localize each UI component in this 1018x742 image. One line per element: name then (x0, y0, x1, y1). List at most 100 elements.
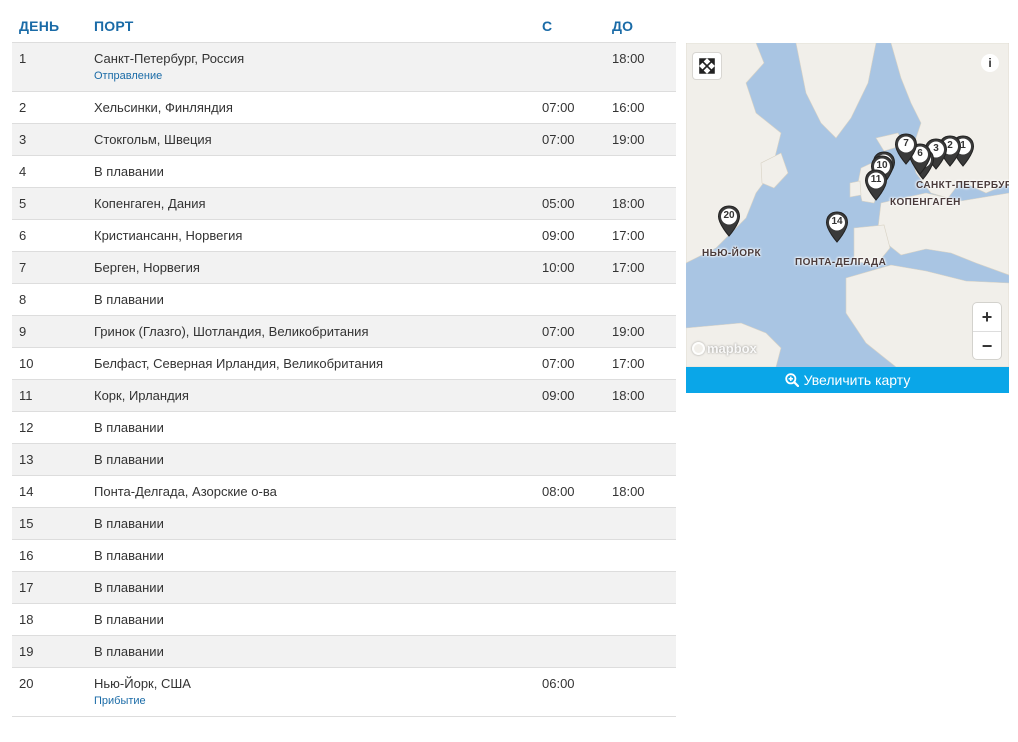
map-label-pontadelgada: ПОНТА-ДЕЛГАДА (795, 257, 887, 268)
map-label-spb: САНКТ-ПЕТЕРБУРГ (916, 180, 1009, 191)
table-row: 1 Санкт-Петербург, Россия 18:00 Отправление (12, 43, 676, 92)
row-to: 17:00 (612, 228, 645, 243)
map-label-newyork: НЬЮ-ЙОРК (702, 248, 761, 259)
row-day: 7 (19, 260, 27, 275)
row-port: Понта-Делгада, Азорские о-ва (94, 484, 277, 499)
row-to: 19:00 (612, 324, 645, 339)
table-row: 11 Корк, Ирландия 09:00 18:00 (12, 380, 676, 412)
row-day: 14 (19, 484, 34, 499)
row-port: Корк, Ирландия (94, 388, 189, 403)
row-day: 4 (19, 164, 27, 179)
row-from: 07:00 (542, 100, 575, 115)
row-day: 10 (19, 356, 34, 371)
header-to: ДО (612, 18, 634, 34)
zoom-in-button[interactable]: + (973, 303, 1001, 331)
zoom-in-icon (784, 373, 799, 387)
table-row: 2 Хельсинки, Финляндия 07:00 16:00 (12, 92, 676, 124)
row-to: 18:00 (612, 51, 645, 66)
table-row: 5 Копенгаген, Дания 05:00 18:00 (12, 188, 676, 220)
row-day: 5 (19, 196, 27, 211)
table-body: 1 Санкт-Петербург, Россия 18:00 Отправление… (12, 43, 676, 717)
row-day: 9 (19, 324, 27, 339)
row-to: 18:00 (612, 196, 645, 211)
row-port: В плавании (94, 612, 164, 627)
row-day: 16 (19, 548, 34, 563)
header-from: С (542, 18, 553, 34)
map-pin-icon[interactable]: 20 (717, 205, 741, 237)
route-map-widget: i САНКТ-ПЕТЕРБУРГ КОПЕНГАГЕН НЬЮ-ЙОРК ПО… (686, 43, 1009, 393)
row-port: Берген, Норвегия (94, 260, 200, 275)
row-port: В плавании (94, 420, 164, 435)
map-pin-label: 11 (870, 174, 882, 185)
header-day: ДЕНЬ (19, 18, 60, 34)
table-row: 3 Стокгольм, Швеция 07:00 19:00 (12, 124, 676, 156)
row-port: Санкт-Петербург, Россия (94, 51, 245, 66)
row-to: 17:00 (612, 260, 645, 275)
enlarge-map-button[interactable]: Увеличить карту (686, 367, 1009, 393)
row-to: 18:00 (612, 484, 645, 499)
table-row: 20 Нью-Йорк, США 06:00 Прибытие (12, 668, 676, 717)
row-from: 10:00 (542, 260, 575, 275)
mapbox-logo[interactable]: mapbox (692, 341, 757, 356)
table-row: 13 В плавании (12, 444, 676, 476)
mapbox-logo-text: mapbox (707, 341, 757, 356)
table-row: 10 Белфаст, Северная Ирландия, Великобрит… (12, 348, 676, 380)
zoom-control: + − (973, 303, 1001, 359)
row-port: В плавании (94, 644, 164, 659)
route-map[interactable]: i САНКТ-ПЕТЕРБУРГ КОПЕНГАГЕН НЬЮ-ЙОРК ПО… (686, 43, 1009, 367)
table-row: 8 В плавании (12, 284, 676, 316)
mapbox-logo-icon (692, 342, 705, 355)
map-pin-label: 7 (903, 138, 909, 149)
table-row: 6 Кристиансанн, Норвегия 09:00 17:00 (12, 220, 676, 252)
row-port: В плавании (94, 580, 164, 595)
row-to: 16:00 (612, 100, 645, 115)
map-pin-icon[interactable]: 7 (894, 133, 918, 165)
row-day: 15 (19, 516, 34, 531)
row-day: 19 (19, 644, 34, 659)
row-port: В плавании (94, 516, 164, 531)
row-from: 05:00 (542, 196, 575, 211)
row-to: 19:00 (612, 132, 645, 147)
row-port: В плавании (94, 292, 164, 307)
row-note: Отправление (94, 70, 163, 82)
row-port: Копенгаген, Дания (94, 196, 206, 211)
table-row: 17 В плавании (12, 572, 676, 604)
row-port: В плавании (94, 452, 164, 467)
row-day: 2 (19, 100, 27, 115)
table-row: 15 В плавании (12, 508, 676, 540)
table-row: 16 В плавании (12, 540, 676, 572)
row-to: 18:00 (612, 388, 645, 403)
row-day: 8 (19, 292, 27, 307)
table-row: 4 В плавании (12, 156, 676, 188)
table-row: 18 В плавании (12, 604, 676, 636)
row-port: Стокгольм, Швеция (94, 132, 212, 147)
table-row: 19 В плавании (12, 636, 676, 668)
map-pin-icon[interactable]: 11 (864, 169, 888, 201)
row-port: Кристиансанн, Норвегия (94, 228, 243, 243)
row-from: 06:00 (542, 676, 575, 691)
enlarge-map-label: Увеличить карту (803, 372, 911, 388)
table-row: 14 Понта-Делгада, Азорские о-ва 08:00 18:00 (12, 476, 676, 508)
row-port: Нью-Йорк, США (94, 676, 191, 691)
row-port: Гринок (Глазго), Шотландия, Великобритан… (94, 324, 369, 339)
row-from: 07:00 (542, 324, 575, 339)
zoom-out-button[interactable]: − (973, 331, 1001, 360)
row-day: 20 (19, 676, 34, 691)
row-note: Прибытие (94, 695, 146, 707)
fullscreen-button[interactable] (693, 53, 721, 79)
row-port: Белфаст, Северная Ирландия, Великобритан… (94, 356, 384, 371)
table-row: 7 Берген, Норвегия 10:00 17:00 (12, 252, 676, 284)
info-icon[interactable]: i (981, 54, 999, 72)
row-day: 17 (19, 580, 34, 595)
row-day: 11 (19, 388, 33, 403)
map-pin-icon[interactable]: 14 (825, 211, 849, 243)
map-pin-label: 14 (831, 216, 843, 227)
map-pin-label: 20 (723, 210, 735, 221)
table-row: 9 Гринок (Глазго), Шотландия, Великобрита… (12, 316, 676, 348)
row-from: 09:00 (542, 388, 575, 403)
expand-arrows-icon (699, 58, 715, 74)
row-day: 18 (19, 612, 34, 627)
row-day: 13 (19, 452, 34, 467)
row-port: Хельсинки, Финляндия (94, 100, 233, 115)
header-port: ПОРТ (94, 18, 134, 34)
